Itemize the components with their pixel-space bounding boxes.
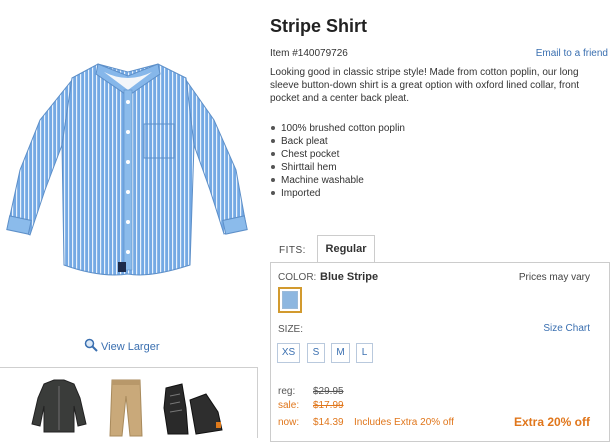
now-price: $14.39 (313, 417, 344, 428)
product-image[interactable] (0, 50, 258, 325)
feature-item: Back pleat (270, 135, 590, 148)
prices-vary-note: Prices may vary (518, 272, 590, 283)
size-label: SIZE: (278, 324, 304, 335)
view-larger-link[interactable]: View Larger (84, 338, 160, 355)
magnifier-icon (84, 338, 98, 355)
size-chart-link[interactable]: Size Chart (543, 323, 590, 334)
color-label: COLOR: (278, 272, 317, 283)
size-button-s[interactable]: S (307, 343, 325, 363)
email-friend-link[interactable]: Email to a friend (536, 48, 608, 59)
tab-regular-fit[interactable]: Regular (317, 235, 375, 262)
swatch-fill (282, 291, 298, 309)
jacket-thumbnail (31, 379, 87, 433)
size-button-xs[interactable]: XS (277, 343, 300, 363)
item-number: Item #140079726 (270, 48, 348, 59)
sale-price-label: sale: (278, 400, 300, 411)
fits-label: FITS: (279, 245, 306, 256)
extra-discount-note: Includes Extra 20% off (354, 417, 454, 428)
rec-item-shoes[interactable] (160, 378, 226, 443)
feature-item: Chest pocket (270, 148, 590, 161)
feature-item: 100% brushed cotton poplin (270, 122, 590, 135)
recommended-items (0, 367, 258, 438)
size-button-l[interactable]: L (356, 343, 373, 363)
color-swatch-blue-stripe[interactable] (278, 287, 302, 313)
product-description: Looking good in classic stripe style! Ma… (270, 67, 580, 104)
shoes-thumbnail (163, 383, 223, 435)
regular-price: $29.95 (313, 386, 344, 397)
product-title: Stripe Shirt (270, 16, 368, 36)
feature-item: Machine washable (270, 174, 590, 187)
rec-item-pants[interactable] (106, 378, 146, 443)
regular-price-label: reg: (278, 386, 296, 397)
pants-thumbnail (109, 379, 143, 437)
rec-item-jacket[interactable] (30, 378, 88, 439)
feature-list: 100% brushed cotton poplin Back pleat Ch… (270, 122, 590, 200)
now-price-label: now: (278, 417, 300, 428)
sale-price: $17.99 (313, 400, 344, 411)
shirt-illustration (6, 63, 248, 276)
feature-item: Imported (270, 187, 590, 200)
promo-badge: Extra 20% off (513, 415, 590, 429)
selected-color-name: Blue Stripe (320, 271, 379, 283)
view-larger-label: View Larger (101, 340, 160, 353)
size-button-m[interactable]: M (331, 343, 350, 363)
feature-item: Shirttail hem (270, 161, 590, 174)
